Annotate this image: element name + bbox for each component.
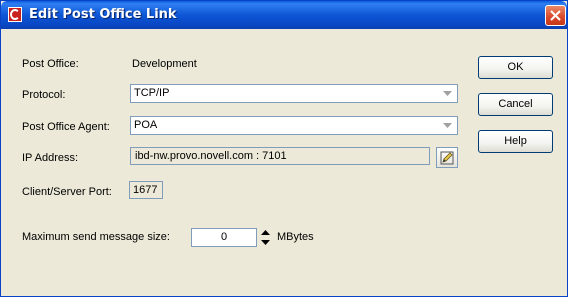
edit-ip-address-button[interactable] xyxy=(436,147,458,168)
post-office-agent-dropdown[interactable]: POA xyxy=(130,116,458,135)
post-office-agent-value: POA xyxy=(134,119,158,131)
max-send-size-input[interactable]: 0 xyxy=(191,228,257,247)
chevron-down-icon[interactable] xyxy=(440,87,455,100)
client-server-port-label: Client/Server Port: xyxy=(22,186,112,198)
spin-up-icon[interactable] xyxy=(258,227,273,237)
close-icon xyxy=(550,10,561,21)
post-office-value: Development xyxy=(132,58,197,70)
cancel-button[interactable]: Cancel xyxy=(478,93,553,116)
client-server-port-field: 1677 xyxy=(129,181,163,199)
ip-address-label: IP Address: xyxy=(22,152,79,164)
protocol-value: TCP/IP xyxy=(134,87,170,99)
post-office-label: Post Office: xyxy=(22,58,79,70)
spin-down-icon[interactable] xyxy=(258,237,273,247)
ok-button[interactable]: OK xyxy=(478,56,553,79)
protocol-label: Protocol: xyxy=(22,89,66,101)
help-button[interactable]: Help xyxy=(478,130,553,153)
post-office-agent-label: Post Office Agent: xyxy=(22,121,110,133)
edit-post-office-link-dialog: Edit Post Office Link Post Office: Devel… xyxy=(0,0,568,297)
close-button[interactable] xyxy=(545,5,566,26)
novell-logo-icon xyxy=(8,7,22,22)
dialog-title: Edit Post Office Link xyxy=(29,7,177,22)
pencil-icon xyxy=(440,151,454,164)
max-send-size-spinner[interactable] xyxy=(258,227,273,247)
ip-address-field: ibd-nw.provo.novell.com : 7101 xyxy=(130,147,430,165)
max-send-size-unit: MBytes xyxy=(277,231,314,243)
title-bar[interactable]: Edit Post Office Link xyxy=(1,1,567,29)
protocol-dropdown[interactable]: TCP/IP xyxy=(130,84,458,103)
chevron-down-icon[interactable] xyxy=(440,119,455,132)
max-send-size-label: Maximum send message size: xyxy=(22,231,170,243)
